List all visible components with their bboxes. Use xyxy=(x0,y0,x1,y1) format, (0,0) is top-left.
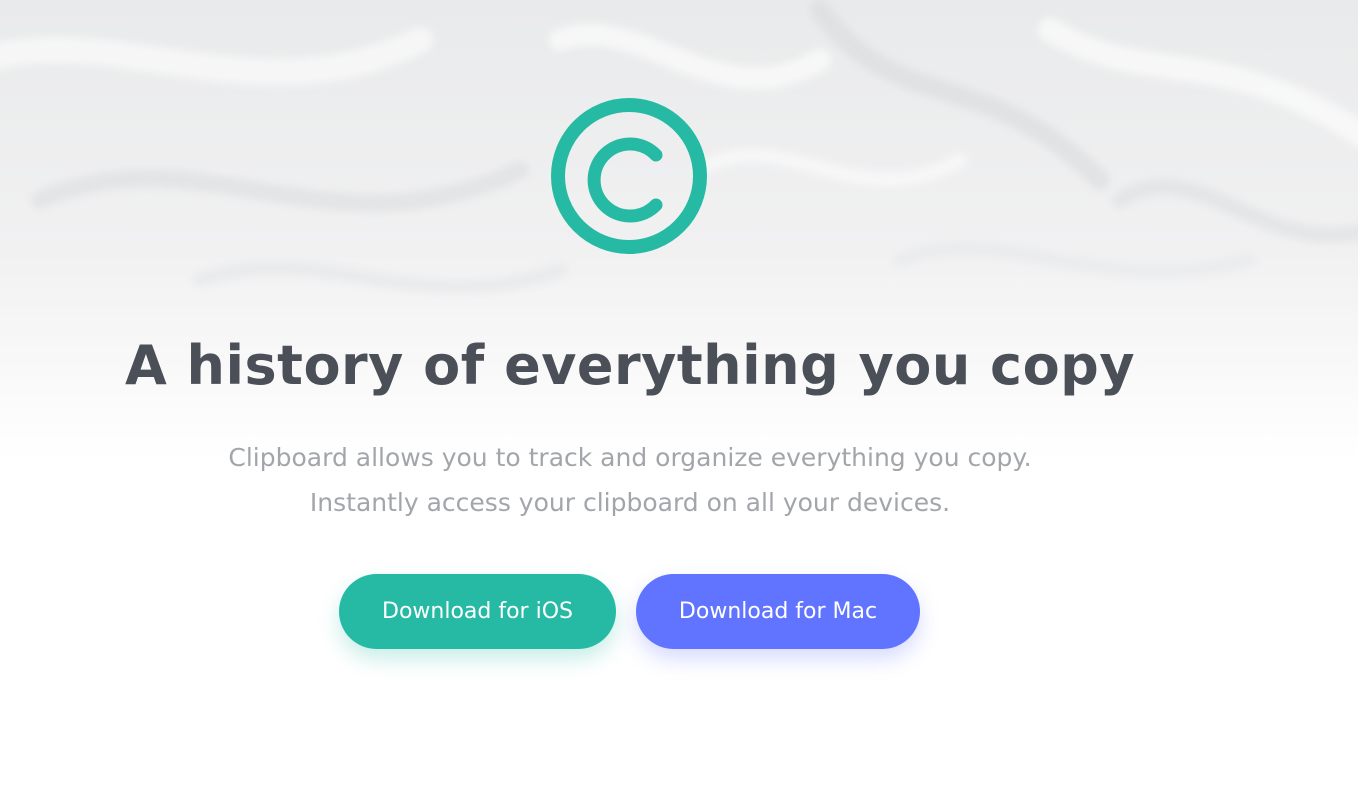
subtitle-line-2: Instantly access your clipboard on all y… xyxy=(309,488,951,517)
download-ios-button[interactable]: Download for iOS xyxy=(339,574,616,649)
subtitle-line-1: Clipboard allows you to track and organi… xyxy=(228,443,1032,472)
clipboard-logo-icon xyxy=(551,98,707,254)
hero-section: A history of everything you copy Clipboa… xyxy=(0,0,1358,785)
page-subtitle: Clipboard allows you to track and organi… xyxy=(0,435,1260,525)
page-title: A history of everything you copy xyxy=(124,334,1136,397)
download-mac-button[interactable]: Download for Mac xyxy=(636,574,920,649)
